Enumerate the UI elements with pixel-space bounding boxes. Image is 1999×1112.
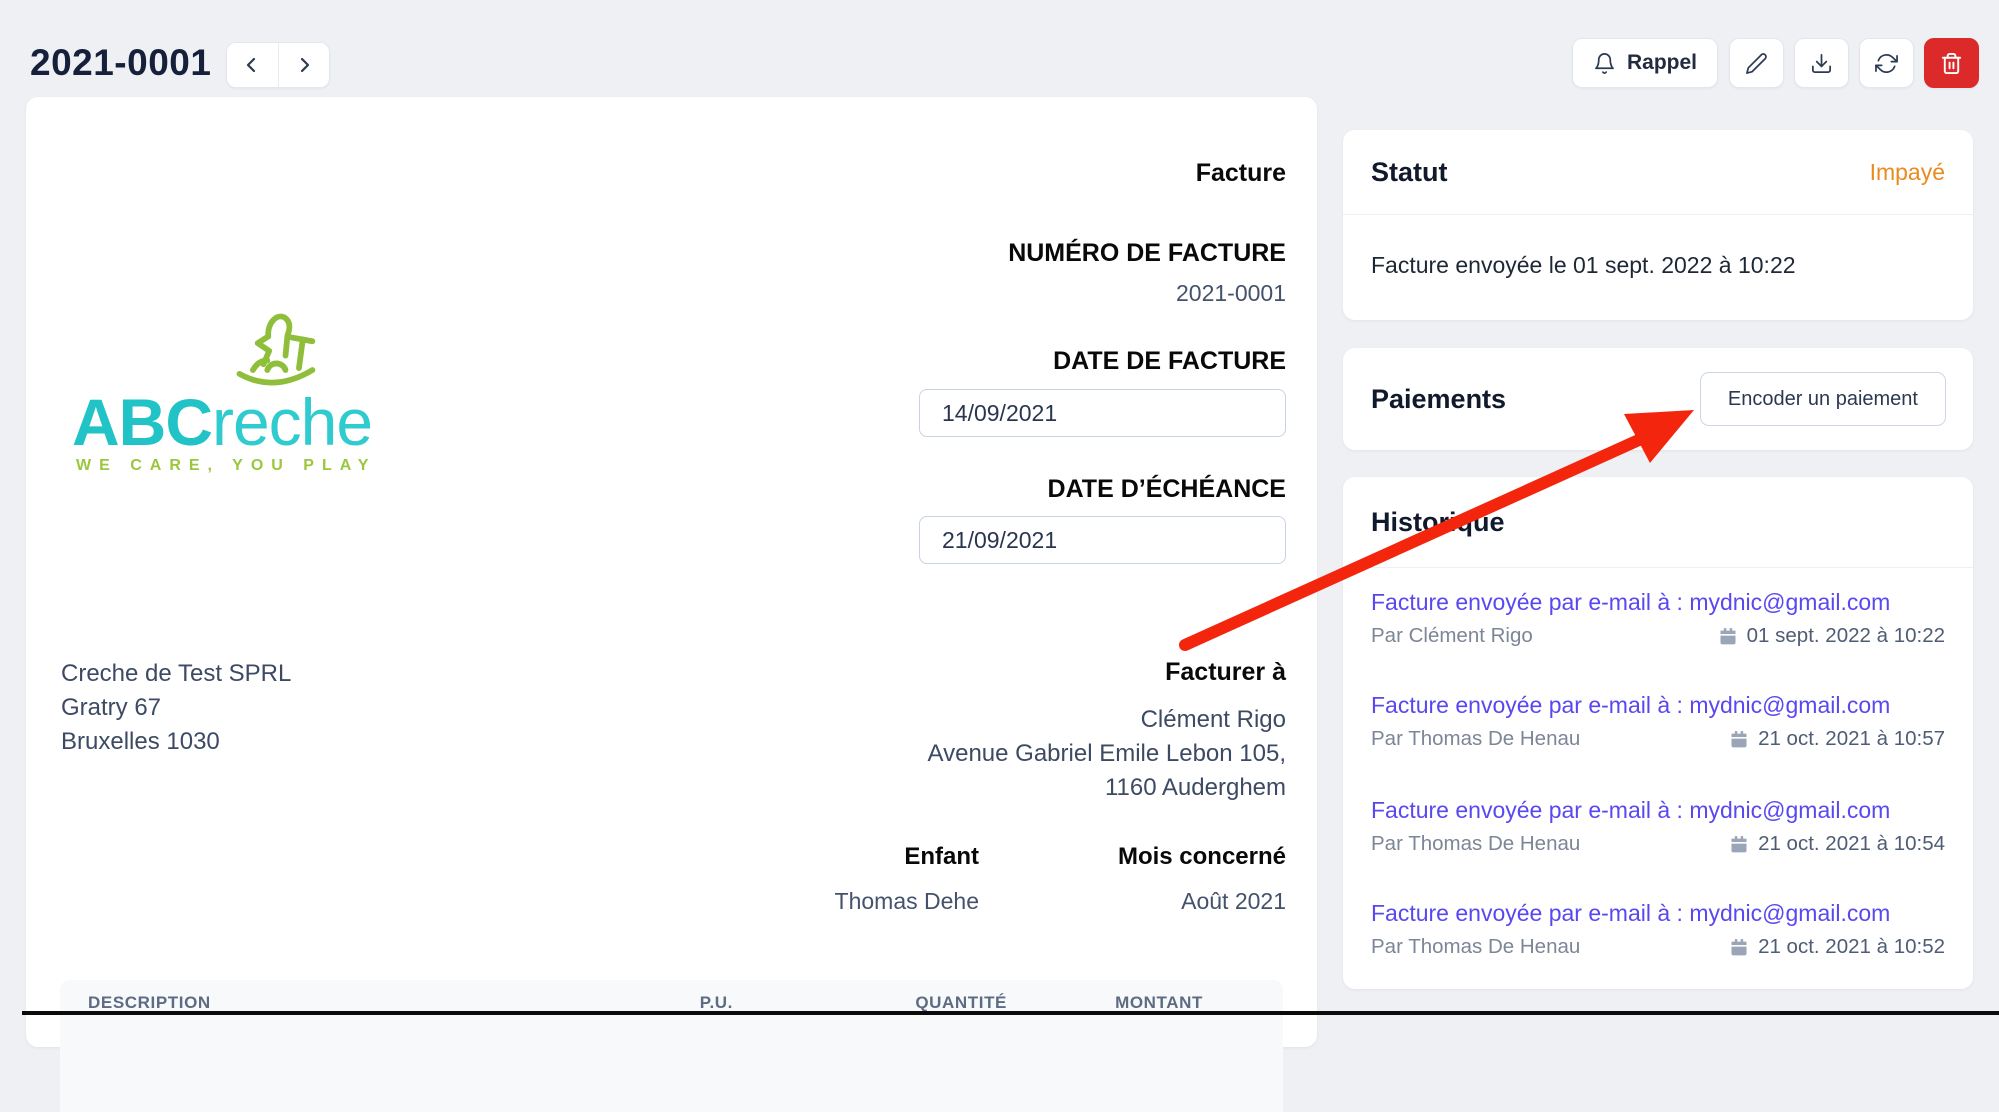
invoice-number-value: 2021-0001: [1176, 280, 1286, 307]
status-card-title: Statut: [1371, 157, 1448, 188]
invoice-number-label: NUMÉRO DE FACTURE: [1008, 239, 1286, 268]
history-entry-date: 21 oct. 2021 à 10:57: [1758, 727, 1945, 751]
column-header-description: DESCRIPTION: [88, 993, 211, 1013]
delete-button[interactable]: [1924, 38, 1979, 88]
download-icon: [1810, 52, 1833, 75]
download-button[interactable]: [1794, 38, 1849, 88]
invoice-date-label: DATE DE FACTURE: [1053, 347, 1286, 376]
company-line: Gratry 67: [61, 691, 291, 725]
line-items-table-header: DESCRIPTION P.U. QUANTITÉ MONTANT: [60, 980, 1283, 1112]
trash-icon: [1940, 52, 1963, 75]
history-entry: Facture envoyée par e-mail à : mydnic@gm…: [1371, 692, 1945, 780]
history-entry: Facture envoyée par e-mail à : mydnic@gm…: [1371, 589, 1945, 677]
reminder-button-label: Rappel: [1627, 51, 1697, 75]
invoice-preview-card: Facture NUMÉRO DE FACTURE 2021-0001 DATE…: [26, 97, 1317, 1047]
column-header-quantity: QUANTITÉ: [915, 993, 1007, 1013]
history-entry: Facture envoyée par e-mail à : mydnic@gm…: [1371, 900, 1945, 988]
logo-tagline: WE CARE, YOU PLAY: [76, 457, 376, 475]
history-entry-link[interactable]: Facture envoyée par e-mail à : mydnic@gm…: [1371, 589, 1945, 616]
chevron-right-icon: [292, 53, 316, 77]
bill-to-line: Clément Rigo: [928, 703, 1286, 737]
column-header-amount: MONTANT: [1115, 993, 1203, 1013]
history-entry-author: Par Thomas De Henau: [1371, 935, 1580, 959]
history-entry-link[interactable]: Facture envoyée par e-mail à : mydnic@gm…: [1371, 797, 1945, 824]
divider: [1343, 567, 1973, 568]
invoice-pager: [226, 42, 330, 88]
reminder-button[interactable]: Rappel: [1572, 38, 1718, 88]
history-entry-author: Par Thomas De Henau: [1371, 832, 1580, 856]
bill-to-label: Facturer à: [1165, 658, 1286, 687]
column-header-unit-price: P.U.: [700, 993, 733, 1013]
history-entry-date: 21 oct. 2021 à 10:52: [1758, 935, 1945, 959]
bill-to-line: Avenue Gabriel Emile Lebon 105,: [928, 737, 1286, 771]
due-date-input[interactable]: [919, 516, 1286, 564]
next-invoice-button[interactable]: [279, 43, 330, 87]
company-line: Bruxelles 1030: [61, 725, 291, 759]
due-date-label: DATE D’ÉCHÉANCE: [1048, 475, 1286, 504]
screenshot-bottom-edge: [22, 1011, 1999, 1015]
history-entry-link[interactable]: Facture envoyée par e-mail à : mydnic@gm…: [1371, 900, 1945, 927]
calendar-icon: [1729, 729, 1749, 749]
history-entry: Facture envoyée par e-mail à : mydnic@gm…: [1371, 797, 1945, 885]
refresh-icon: [1875, 52, 1898, 75]
calendar-icon: [1729, 937, 1749, 957]
calendar-icon: [1718, 626, 1738, 646]
bill-to-line: 1160 Auderghem: [928, 771, 1286, 805]
history-entry-author: Par Clément Rigo: [1371, 624, 1533, 648]
pencil-icon: [1745, 52, 1768, 75]
chevron-left-icon: [240, 53, 264, 77]
encode-payment-button[interactable]: Encoder un paiement: [1700, 372, 1946, 426]
logo-wordmark: ABCreche: [72, 384, 372, 460]
page-title: 2021-0001: [30, 42, 211, 84]
status-badge: Impayé: [1870, 159, 1945, 186]
logo-reche: reche: [212, 385, 372, 459]
edit-button[interactable]: [1729, 38, 1784, 88]
month-label: Mois concerné: [1118, 843, 1286, 871]
company-line: Creche de Test SPRL: [61, 657, 291, 691]
bell-icon: [1593, 52, 1616, 75]
refresh-button[interactable]: [1859, 38, 1914, 88]
previous-invoice-button[interactable]: [227, 43, 279, 87]
payments-card: Paiements Encoder un paiement: [1343, 348, 1973, 450]
child-label: Enfant: [904, 843, 979, 871]
history-card-title: Historique: [1371, 507, 1505, 538]
payments-card-title: Paiements: [1371, 384, 1506, 415]
invoice-date-input[interactable]: [919, 389, 1286, 437]
company-address: Creche de Test SPRL Gratry 67 Bruxelles …: [61, 657, 291, 759]
month-value: Août 2021: [1181, 888, 1286, 915]
status-card: Statut Impayé Facture envoyée le 01 sept…: [1343, 130, 1973, 320]
logo-abc: ABC: [72, 385, 212, 459]
rocking-horse-icon: [226, 302, 322, 392]
status-message: Facture envoyée le 01 sept. 2022 à 10:22: [1371, 252, 1796, 279]
invoice-doc-title: Facture: [1196, 159, 1286, 188]
history-entry-link[interactable]: Facture envoyée par e-mail à : mydnic@gm…: [1371, 692, 1945, 719]
history-entry-date: 01 sept. 2022 à 10:22: [1747, 624, 1945, 648]
bill-to-address: Clément Rigo Avenue Gabriel Emile Lebon …: [928, 703, 1286, 805]
history-entry-date: 21 oct. 2021 à 10:54: [1758, 832, 1945, 856]
history-entry-author: Par Thomas De Henau: [1371, 727, 1580, 751]
history-card: Historique Facture envoyée par e-mail à …: [1343, 477, 1973, 989]
calendar-icon: [1729, 834, 1749, 854]
child-value: Thomas Dehe: [835, 888, 979, 915]
divider: [1343, 214, 1973, 215]
